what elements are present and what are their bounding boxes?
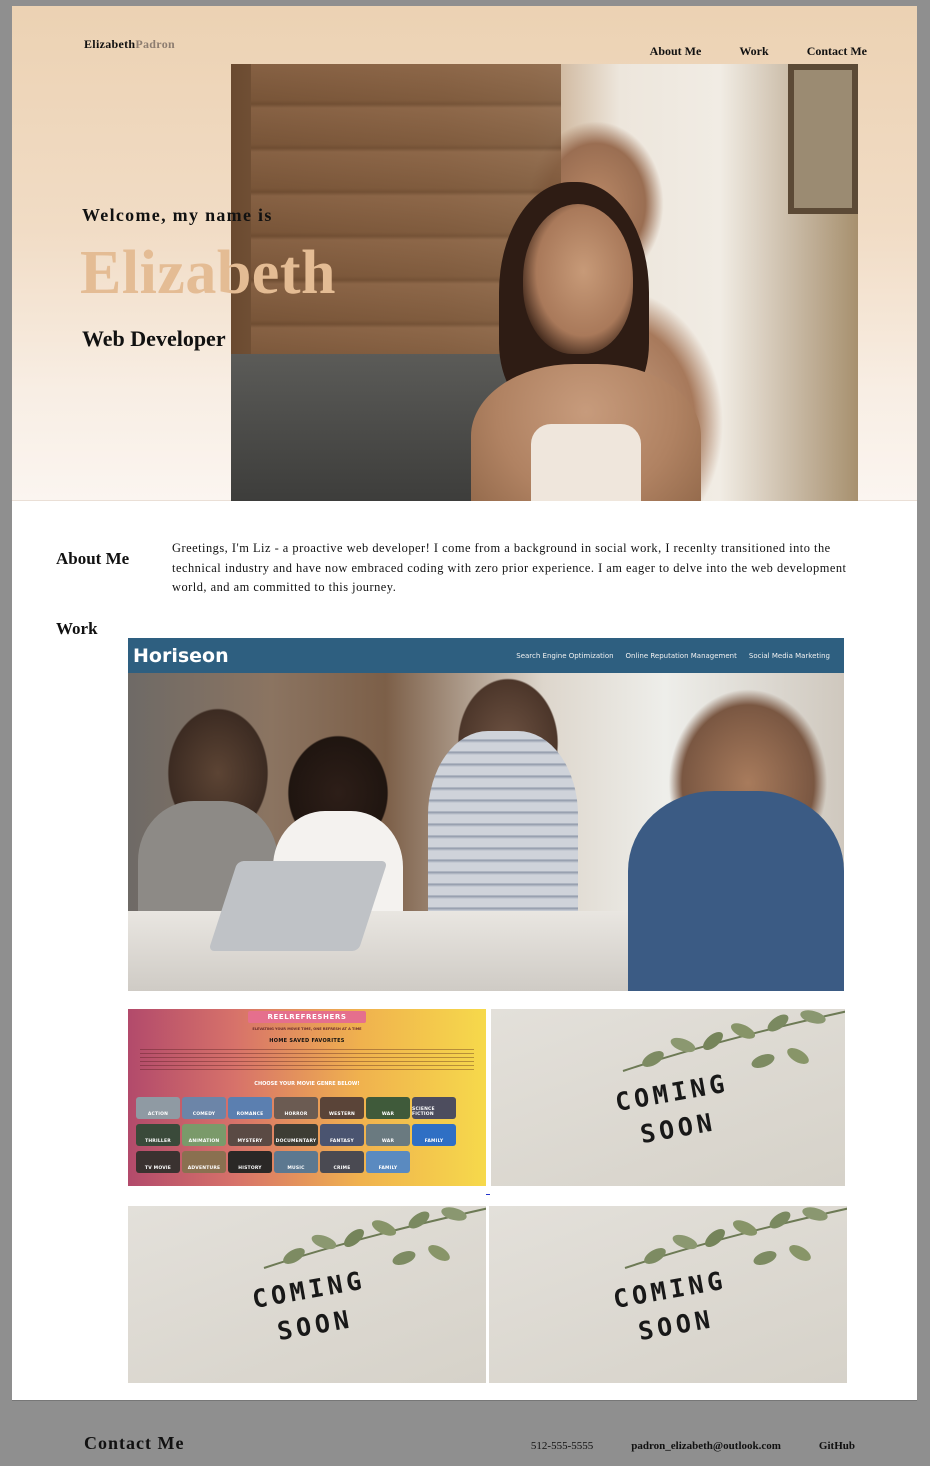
genre-tile: WESTERN xyxy=(320,1097,364,1119)
reel-choose-text: CHOOSE YOUR MOVIE GENRE BELOW! xyxy=(254,1081,360,1087)
genre-tile: WAR xyxy=(366,1097,410,1119)
contact-items: 512-555-5555 padron_elizabeth@outlook.co… xyxy=(531,1440,855,1452)
horiseon-nav-item: Search Engine Optimization xyxy=(516,651,614,660)
genre-tile: ANIMATION xyxy=(182,1124,226,1146)
reel-subtitle: ELEVATING YOUR MOVIE TIME, ONE REFRESH A… xyxy=(252,1027,362,1031)
project-horiseon[interactable]: Horiseon Search Engine Optimization Onli… xyxy=(128,638,844,991)
nav-link-about-me[interactable]: About Me xyxy=(650,44,702,59)
horiseon-nav-item: Social Media Marketing xyxy=(748,651,830,660)
nav-link-contact-me[interactable]: Contact Me xyxy=(807,44,867,59)
hero-name: Elizabeth xyxy=(80,239,336,307)
contact-phone: 512-555-5555 xyxy=(530,1440,594,1452)
horiseon-nav: Search Engine Optimization Online Reputa… xyxy=(516,652,830,660)
genre-tile: SCIENCE FICTION xyxy=(412,1097,456,1119)
coming-soon-text: COMING SOON xyxy=(610,1265,729,1347)
contact-email-link[interactable]: padron_elizabeth@outlook.com xyxy=(631,1440,781,1452)
genre-tile: FANTASY xyxy=(320,1124,364,1146)
page: ElizabethPadron About Me Work Contact Me… xyxy=(12,6,917,1400)
project-reelrefreshers[interactable]: REELREFRESHERS ELEVATING YOUR MOVIE TIME… xyxy=(128,1009,486,1186)
genre-tile: HORROR xyxy=(274,1097,318,1119)
top-nav: About Me Work Contact Me xyxy=(650,44,867,59)
genre-tile: THRILLER xyxy=(136,1124,180,1146)
horiseon-team-photo xyxy=(128,673,844,991)
genre-tile: ADVENTURE xyxy=(182,1151,226,1173)
github-link[interactable]: GitHub xyxy=(819,1440,855,1452)
genre-tile: DOCUMENTARY xyxy=(274,1124,318,1146)
genre-tile: FAMILY xyxy=(366,1151,410,1173)
brand-last-name: Padron xyxy=(135,37,175,51)
empty-link[interactable] xyxy=(486,1194,490,1195)
reel-title: REELREFRESHERS xyxy=(248,1011,366,1023)
reel-description-lines xyxy=(140,1049,474,1071)
genre-tile: MUSIC xyxy=(274,1151,318,1173)
horiseon-logo: Horiseon xyxy=(133,644,229,667)
hero-role: Web Developer xyxy=(82,326,226,351)
horiseon-header-bar: Horiseon Search Engine Optimization Onli… xyxy=(128,638,844,673)
genre-tile: CRIME xyxy=(320,1151,364,1173)
genre-tile: HISTORY xyxy=(228,1151,272,1173)
horiseon-nav-item: Online Reputation Management xyxy=(625,651,737,660)
about-text: Greetings, I'm Liz - a proactive web dev… xyxy=(172,541,847,594)
genre-tile: TV MOVIE xyxy=(136,1151,180,1173)
genre-tile: ACTION xyxy=(136,1097,180,1119)
nav-link-work[interactable]: Work xyxy=(739,44,768,59)
about-heading: About Me xyxy=(56,549,130,568)
reel-nav: HOME SAVED FAVORITES xyxy=(269,1038,345,1044)
project-coming-soon[interactable]: COMING SOON xyxy=(128,1206,486,1383)
genre-tile: WAR xyxy=(366,1124,410,1146)
reel-genre-grid: ACTION COMEDY ROMANCE HORROR WESTERN WAR… xyxy=(136,1097,462,1173)
brand-logo[interactable]: ElizabethPadron xyxy=(84,37,175,52)
genre-tile: ROMANCE xyxy=(228,1097,272,1119)
genre-tile: FAMILY xyxy=(412,1124,456,1146)
genre-tile: COMEDY xyxy=(182,1097,226,1119)
genre-tile: MYSTERY xyxy=(228,1124,272,1146)
brand-first-name: Elizabeth xyxy=(84,37,136,51)
contact-footer: Contact Me 512-555-5555 padron_elizabeth… xyxy=(12,1400,917,1466)
contact-heading: Contact Me xyxy=(84,1433,185,1453)
coming-soon-text: COMING SOON xyxy=(249,1265,368,1347)
project-coming-soon[interactable]: COMING SOON xyxy=(489,1206,847,1383)
work-heading: Work xyxy=(56,619,98,638)
hero-section: ElizabethPadron About Me Work Contact Me… xyxy=(12,6,917,501)
project-coming-soon[interactable]: COMING SOON xyxy=(491,1009,845,1186)
hero-welcome-text: Welcome, my name is xyxy=(82,205,273,225)
